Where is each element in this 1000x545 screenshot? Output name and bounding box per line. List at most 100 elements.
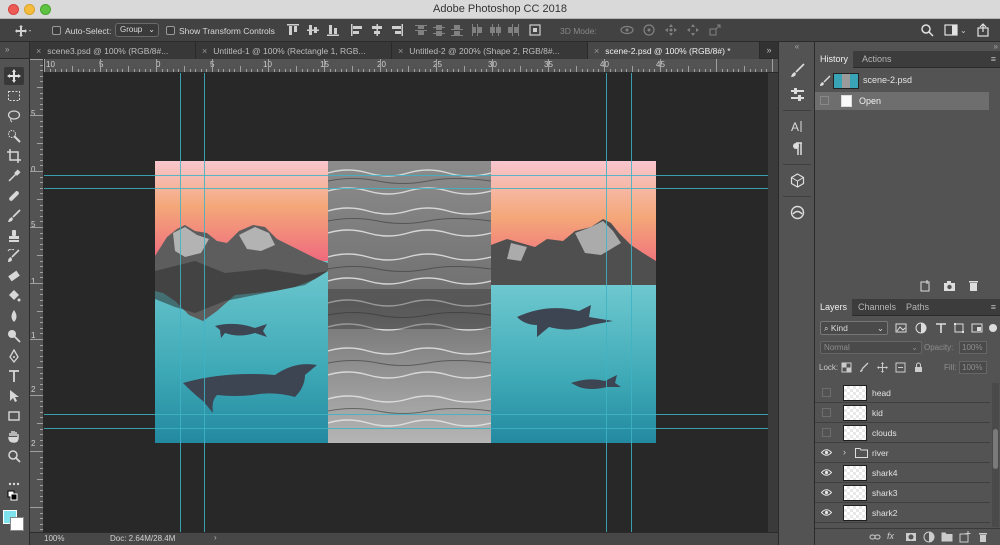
guide-line-horizontal[interactable] <box>44 428 778 429</box>
new-document-from-state-icon[interactable] <box>919 279 932 292</box>
history-state-open[interactable]: Open <box>815 92 989 110</box>
eye-icon[interactable] <box>820 448 833 457</box>
3d-roll-icon[interactable] <box>642 23 656 37</box>
collapse-panels-icon[interactable]: » <box>760 42 778 59</box>
paint-bucket-tool-icon[interactable] <box>4 287 24 305</box>
type-layer-filter-icon[interactable] <box>935 322 947 334</box>
layer-row[interactable]: head <box>815 383 990 403</box>
guide-line-horizontal[interactable] <box>44 414 778 415</box>
tab-layers[interactable]: Layers <box>815 299 853 316</box>
layer-visibility-toggle[interactable] <box>822 428 831 437</box>
blur-tool-icon[interactable] <box>4 307 24 325</box>
layers-scrollbar[interactable] <box>992 383 999 527</box>
smart-object-filter-icon[interactable] <box>971 322 983 334</box>
align-bottom-edges-icon[interactable] <box>326 23 340 37</box>
align-vertical-centers-icon[interactable] <box>306 23 320 37</box>
3d-pan-icon[interactable] <box>664 23 678 37</box>
delete-state-icon[interactable] <box>967 279 980 292</box>
layer-visibility-toggle[interactable] <box>822 408 831 417</box>
move-tool-preset-icon[interactable] <box>14 19 32 42</box>
document-tab[interactable]: × Untitled-2 @ 200% (Shape 2, RGB/8#... <box>392 42 588 59</box>
panel-menu-icon[interactable]: ≡ <box>991 54 996 64</box>
history-brush-tool-icon[interactable] <box>4 247 24 265</box>
layer-row[interactable]: shark4 <box>815 463 990 483</box>
horizontal-ruler[interactable]: 10 5 0 5 10 15 20 25 30 35 40 45 <box>44 59 778 73</box>
panel-collapse-icon[interactable]: » <box>994 42 998 51</box>
type-tool-icon[interactable] <box>4 367 24 385</box>
document-tab[interactable]: × scene3.psd @ 100% (RGB/8#... <box>30 42 196 59</box>
layer-row[interactable]: shark2 <box>815 503 990 523</box>
layer-visibility-toggle[interactable] <box>822 388 831 397</box>
shape-layer-filter-icon[interactable] <box>953 322 965 334</box>
auto-select-dropdown[interactable]: Group ⌄ <box>115 23 159 37</box>
eye-icon[interactable] <box>820 488 833 497</box>
show-transform-controls-checkbox[interactable]: Show Transform Controls <box>166 19 275 42</box>
panel-menu-icon[interactable]: ≡ <box>991 302 996 312</box>
paragraph-panel-icon[interactable] <box>787 138 807 158</box>
distribute-bottom-icon[interactable] <box>450 23 464 37</box>
character-panel-icon[interactable]: A <box>787 116 807 136</box>
adjustment-layer-filter-icon[interactable] <box>915 322 927 334</box>
layer-row[interactable]: kid <box>815 403 990 423</box>
eye-icon[interactable] <box>820 468 833 477</box>
workspace-icon[interactable] <box>944 23 958 37</box>
pixel-layer-filter-icon[interactable] <box>895 322 907 334</box>
3d-panel-icon[interactable] <box>787 170 807 190</box>
distribute-right-icon[interactable] <box>506 23 520 37</box>
layer-row[interactable]: clouds <box>815 423 990 443</box>
new-layer-icon[interactable] <box>959 531 971 543</box>
brush-tool-icon[interactable] <box>4 207 24 225</box>
auto-select-checkbox[interactable]: Auto-Select: <box>52 19 111 42</box>
quick-selection-tool-icon[interactable] <box>4 127 24 145</box>
new-group-icon[interactable] <box>941 531 953 543</box>
hand-tool-icon[interactable] <box>4 427 24 445</box>
tab-channels[interactable]: Channels <box>853 299 901 316</box>
blend-mode-dropdown[interactable]: Normal ⌄ <box>820 341 922 354</box>
lasso-tool-icon[interactable] <box>4 107 24 125</box>
close-tab-icon[interactable]: × <box>594 46 599 56</box>
delete-layer-icon[interactable] <box>977 531 989 543</box>
dodge-tool-icon[interactable] <box>4 327 24 345</box>
lock-image-pixels-icon[interactable] <box>859 362 870 373</box>
zoom-level-field[interactable]: 100% <box>44 534 64 543</box>
align-left-edges-icon[interactable] <box>350 23 364 37</box>
new-adjustment-layer-icon[interactable] <box>923 531 935 543</box>
default-colors-icon[interactable] <box>4 490 24 502</box>
history-snapshot[interactable]: scene-2.psd <box>815 71 1000 91</box>
align-top-edges-icon[interactable] <box>286 23 300 37</box>
healing-brush-tool-icon[interactable] <box>4 187 24 205</box>
path-selection-tool-icon[interactable] <box>4 387 24 405</box>
3d-orbit-icon[interactable] <box>620 23 634 37</box>
document-canvas[interactable] <box>155 161 656 443</box>
create-snapshot-icon[interactable] <box>943 279 956 292</box>
layer-row[interactable]: shark3 <box>815 483 990 503</box>
link-layers-icon[interactable] <box>869 531 881 543</box>
3d-scale-icon[interactable] <box>708 23 722 37</box>
opacity-field[interactable]: 100% <box>959 341 987 354</box>
distribute-left-icon[interactable] <box>470 23 484 37</box>
rectangular-marquee-tool-icon[interactable] <box>4 87 24 105</box>
canvas-vertical-scrollbar[interactable] <box>768 73 778 532</box>
3d-slide-icon[interactable] <box>686 23 700 37</box>
fill-field[interactable]: 100% <box>959 361 987 374</box>
tab-history[interactable]: History <box>815 51 854 68</box>
eyedropper-tool-icon[interactable] <box>4 167 24 185</box>
distribute-top-icon[interactable] <box>414 23 428 37</box>
guide-line-horizontal[interactable] <box>44 188 778 189</box>
canvas-area[interactable] <box>44 73 778 532</box>
prevent-autonest-icon[interactable] <box>895 362 906 373</box>
add-mask-icon[interactable] <box>905 531 917 543</box>
lock-all-icon[interactable] <box>913 362 924 373</box>
document-tab-active[interactable]: × scene-2.psd @ 100% (RGB/8#) * <box>588 42 760 59</box>
history-source-box[interactable] <box>820 96 829 105</box>
pen-tool-icon[interactable] <box>4 347 24 365</box>
lock-transparent-pixels-icon[interactable] <box>841 362 852 373</box>
distribute-horizontal-centers-icon[interactable] <box>488 23 502 37</box>
brush-settings-icon[interactable] <box>787 60 807 80</box>
lock-position-icon[interactable] <box>877 362 888 373</box>
brush-source-icon[interactable] <box>819 75 831 87</box>
close-tab-icon[interactable]: × <box>36 46 41 56</box>
crop-tool-icon[interactable] <box>4 147 24 165</box>
brush-presets-icon[interactable] <box>787 84 807 104</box>
scrollbar-thumb[interactable] <box>993 429 998 469</box>
